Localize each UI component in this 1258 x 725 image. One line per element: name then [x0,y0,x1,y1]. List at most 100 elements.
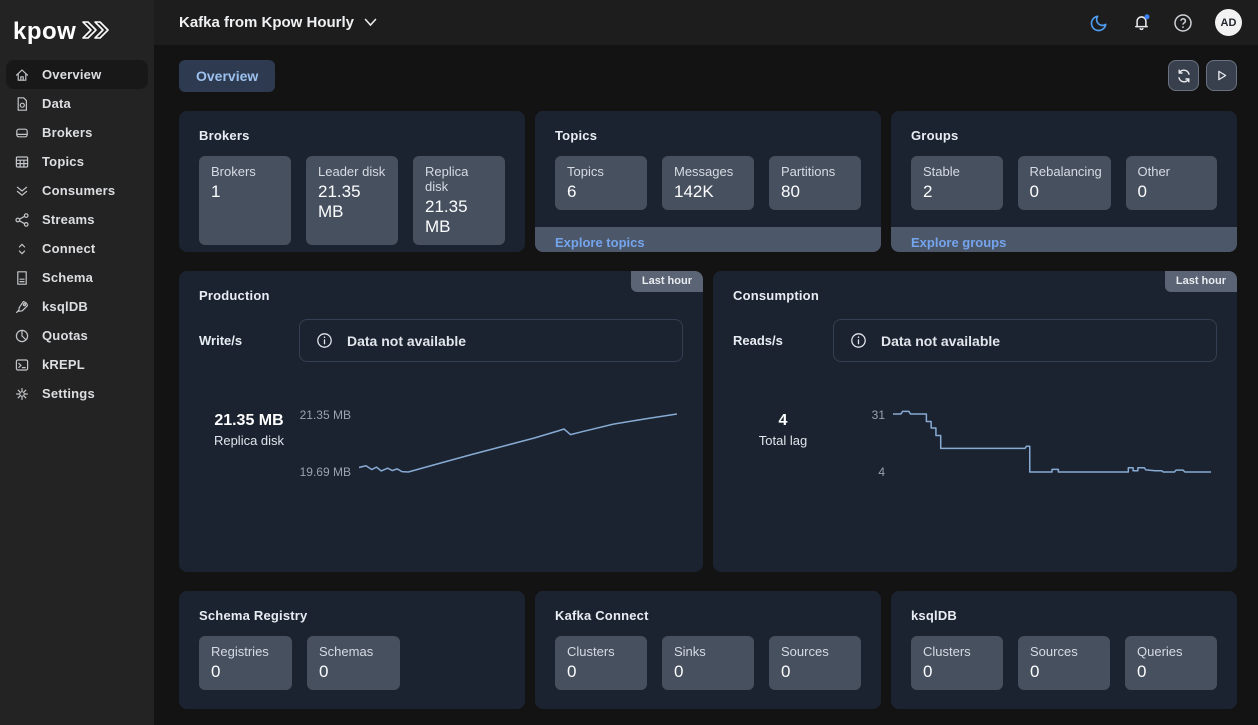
sidebar-item-schema[interactable]: Schema [6,263,148,292]
stat-label: Sources [1030,644,1078,659]
production-last-hour-badge: Last hour [630,271,703,292]
production-y-min-tick: 19.69 MB [299,465,351,479]
stat-label: Brokers [211,164,256,179]
notifications-bell-icon[interactable] [1131,13,1151,33]
stat-tile: Brokers 1 [199,156,291,245]
terminal-icon [14,357,30,373]
consumption-last-hour-badge: Last hour [1164,271,1237,292]
stat-value: 0 [1029,182,1039,201]
topics-card: Topics Topics 6 Messages 142K Partitions 80 E… [535,111,881,252]
stat-tile: Messages 142K [662,156,754,210]
production-not-available-text: Data not available [347,332,467,349]
stat-value: 0 [674,662,684,681]
stat-tile: Sinks 0 [662,636,754,690]
table-icon [14,154,30,170]
topics-stats: Topics 6 Messages 142K Partitions 80 [555,156,861,210]
sidebar-item-overview[interactable]: Overview [6,60,148,89]
production-card: Last hour Production Write/s Data not av… [179,271,703,572]
stat-label: Other [1137,164,1171,179]
app-root: kpow Overview Data Brokers Topics Consumers S… [0,0,1258,725]
charts-row: Last hour Production Write/s Data not av… [179,271,1237,572]
stat-value: 0 [1137,662,1147,681]
sidebar-item-consumers[interactable]: Consumers [6,176,148,205]
sidebar-nav: Overview Data Brokers Topics Consumers Stream… [0,60,154,408]
consumption-chart: 31 4 [833,408,1217,503]
stat-label: Stable [923,164,960,179]
stat-value: 0 [1137,182,1147,201]
stats-card-row: Brokers Brokers 1 Leader disk 21.35 MB Repli… [179,111,1237,252]
refresh-button[interactable] [1168,60,1199,91]
stat-tile: Other 0 [1125,156,1217,210]
gear-icon [14,386,30,402]
sidebar-item-settings[interactable]: Settings [6,379,148,408]
production-card-title: Production [199,288,270,303]
production-chart-row: 21.35 MB Replica disk 21.35 MB 19.69 MB [199,408,683,503]
cluster-selector[interactable]: Kafka from Kpow Hourly [179,14,377,31]
user-avatar[interactable]: AD [1215,9,1242,36]
explore-groups-link[interactable]: Explore groups [911,235,1006,250]
bottom-card-row: Schema Registry Registries 0 Schemas 0 Kafk… [179,591,1237,709]
ksqldb-card-title: ksqlDB [911,608,957,623]
stat-tile: Partitions 80 [769,156,861,210]
document-icon [14,270,30,286]
sidebar-item-label: Quotas [42,328,88,343]
stat-value: 80 [781,182,800,201]
home-icon [14,67,30,83]
sidebar-item-label: Consumers [42,183,116,198]
sidebar-item-brokers[interactable]: Brokers [6,118,148,147]
dark-mode-moon-icon[interactable] [1089,13,1109,33]
cluster-selector-label: Kafka from Kpow Hourly [179,14,355,31]
production-data-not-available: Data not available [299,319,683,362]
consumption-not-available-text: Data not available [881,332,1001,349]
sidebar-item-connect[interactable]: Connect [6,234,148,263]
stat-label: Topics [567,164,604,179]
kpow-logo-text: kpow [13,18,77,45]
stat-tile: Queries 0 [1125,636,1217,690]
kpow-logo-chevrons-icon [81,19,115,46]
stat-tile: Stable 2 [911,156,1003,210]
stat-value: 0 [1030,662,1040,681]
sidebar-item-topics[interactable]: Topics [6,147,148,176]
help-icon[interactable] [1173,13,1193,33]
sidebar-item-data[interactable]: Data [6,89,148,118]
stat-label: Leader disk [318,164,386,179]
drive-icon [14,125,30,141]
sidebar-item-label: ksqlDB [42,299,88,314]
stat-tile: Schemas 0 [307,636,400,690]
rocket-icon [14,299,30,315]
stat-value: 0 [319,662,329,681]
consumption-card-title: Consumption [733,288,819,303]
replica-disk-label: Replica disk [213,433,285,448]
topbar: Kafka from Kpow Hourly AD [154,0,1258,45]
ksqldb-card: ksqlDB Clusters 0 Sources 0 Queries 0 [891,591,1237,709]
stat-value: 21.35 MB [425,197,468,236]
stat-tile: Clusters 0 [555,636,647,690]
kpow-logo[interactable]: kpow [0,10,154,60]
stat-label: Schemas [319,644,374,659]
stat-label: Rebalancing [1029,164,1102,179]
sort-icon [14,241,30,257]
explore-topics-link[interactable]: Explore topics [555,235,645,250]
topics-card-title: Topics [555,128,598,143]
kafka-connect-card-title: Kafka Connect [555,608,649,623]
file-icon [14,96,30,112]
writes-per-sec-label: Write/s [199,333,243,348]
stat-label: Clusters [567,644,615,659]
tab-overview[interactable]: Overview [179,60,276,92]
sidebar-item-label: Settings [42,386,95,401]
stat-tile: Registries 0 [199,636,292,690]
brokers-card-title: Brokers [199,128,250,143]
play-button[interactable] [1206,60,1237,91]
production-y-max-tick: 21.35 MB [299,408,351,422]
info-icon [850,332,867,349]
schema-registry-card: Schema Registry Registries 0 Schemas 0 [179,591,525,709]
groups-card-title: Groups [911,128,959,143]
main-area: Kafka from Kpow Hourly AD Overview Broke… [154,0,1258,725]
stat-value: 6 [567,182,577,201]
sidebar-item-ksqldb[interactable]: ksqlDB [6,292,148,321]
stat-tile: Clusters 0 [911,636,1003,690]
chevron-down-icon [364,14,377,31]
sidebar-item-streams[interactable]: Streams [6,205,148,234]
sidebar-item-krepl[interactable]: kREPL [6,350,148,379]
sidebar-item-quotas[interactable]: Quotas [6,321,148,350]
